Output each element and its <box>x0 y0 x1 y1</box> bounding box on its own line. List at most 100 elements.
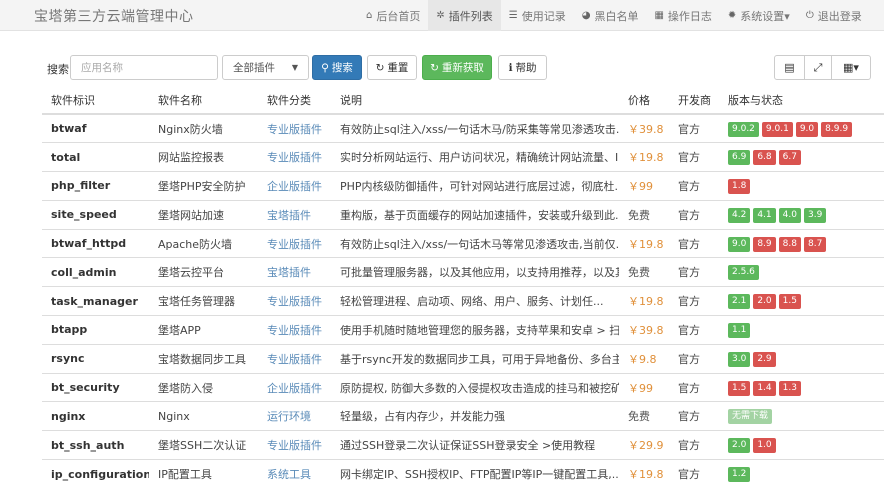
columns-button[interactable]: ▦▾ <box>831 55 871 80</box>
version-badge[interactable]: 1.8 <box>728 178 751 194</box>
plugin-versions: 无需下载 <box>719 401 884 431</box>
version-badge[interactable]: 6.7 <box>778 150 801 166</box>
column-header[interactable]: 价格 <box>619 87 669 115</box>
fullscreen-button[interactable]: ⤢ <box>804 55 832 80</box>
plugin-category[interactable]: 系统工具 <box>258 459 331 489</box>
version-badge[interactable]: 1.4 <box>753 380 776 396</box>
table-header-row: 软件标识 软件名称 软件分类 说明 价格 开发商 版本与状态 <box>42 87 884 115</box>
plugin-name: 堡塔PHP安全防护 <box>149 171 258 201</box>
plugin-price: ￥99 <box>619 171 669 201</box>
version-badge[interactable]: 6.8 <box>753 150 776 166</box>
nav-item-label: 退出登录 <box>817 9 862 23</box>
table-row: btwaf Nginx防火墙 专业版插件 有效防止sql注入/xss/一句话木马/防采… <box>42 113 884 143</box>
plugin-category[interactable]: 宝塔插件 <box>258 257 331 287</box>
plugin-vendor: 官方 <box>669 401 719 431</box>
top-navbar: 宝塔第三方云端管理中心 ⌂ 后台首页 ✲ 插件列表 ☰ 使用记录 ◕ 黑白名单 ▦ 操作日志 ✹ 系统… <box>0 0 884 31</box>
plugin-category[interactable]: 专业版插件 <box>258 113 331 143</box>
version-badge[interactable]: 9.0.1 <box>761 121 793 137</box>
plugin-vendor: 官方 <box>669 228 719 258</box>
help-button[interactable]: ℹ 帮助 <box>498 55 547 80</box>
plugin-category[interactable]: 专业版插件 <box>258 286 331 316</box>
version-badge[interactable]: 2.9 <box>753 351 776 367</box>
column-header[interactable]: 说明 <box>331 87 619 115</box>
version-badge[interactable]: 8.9.9 <box>821 121 853 137</box>
plugin-category[interactable]: 企业版插件 <box>258 372 331 402</box>
plugin-price: ￥19.8 <box>619 286 669 316</box>
plugin-category[interactable]: 运行环境 <box>258 401 331 431</box>
version-badge[interactable]: 1.0 <box>753 438 776 454</box>
plugin-category[interactable]: 专业版插件 <box>258 315 331 345</box>
version-badge[interactable]: 8.9 <box>753 236 776 252</box>
version-badge[interactable]: 无需下载 <box>728 409 773 425</box>
search-input[interactable] <box>70 55 218 80</box>
nav-item-6[interactable]: ⏻ 退出登录 <box>798 0 870 31</box>
version-badge[interactable]: 1.2 <box>728 467 751 483</box>
version-badge[interactable]: 1.3 <box>778 380 801 396</box>
version-badge[interactable]: 8.7 <box>803 236 827 252</box>
version-badge[interactable]: 2.0 <box>728 438 751 454</box>
column-header[interactable]: 软件标识 <box>42 87 149 115</box>
plugin-description: 轻松管理进程、启动项、网络、用户、服务、计划任... <box>331 286 619 316</box>
plugin-price: ￥19.8 <box>619 459 669 489</box>
plugin-price: 免费 <box>619 401 669 431</box>
search-icon: ⚲ <box>321 61 329 74</box>
plugin-description: 基于rsync开发的数据同步工具，可用于异地备份、多台主... <box>331 343 619 374</box>
plugin-category[interactable]: 企业版插件 <box>258 171 331 201</box>
refresh-icon: ↻ <box>375 61 385 74</box>
column-header[interactable]: 软件分类 <box>258 87 331 115</box>
version-badge[interactable]: 9.0 <box>795 121 819 137</box>
version-badge[interactable]: 2.5.6 <box>728 265 759 281</box>
refetch-button[interactable]: ↻ 重新获取 <box>422 55 492 80</box>
plugin-price: ￥39.8 <box>619 113 669 143</box>
refresh-icon: ↻ <box>430 61 439 74</box>
reset-button[interactable]: ↻ 重置 <box>367 55 417 80</box>
nav-item-1[interactable]: ✲ 插件列表 <box>428 0 501 31</box>
plugin-price: ￥39.8 <box>619 315 669 345</box>
nav-item-2[interactable]: ☰ 使用记录 <box>501 0 574 31</box>
nav-item-4[interactable]: ▦ 操作日志 <box>646 0 719 31</box>
column-header[interactable]: 开发商 <box>669 87 719 115</box>
version-badge[interactable]: 9.0 <box>728 236 751 252</box>
category-select[interactable]: 全部插件 ▼ <box>222 55 309 80</box>
nav-item-label: 黑白名单 <box>594 9 639 23</box>
column-header[interactable]: 软件名称 <box>149 87 258 115</box>
version-badge[interactable]: 3.9 <box>803 207 827 223</box>
plugin-category[interactable]: 宝塔插件 <box>258 199 331 230</box>
plugin-name: 堡塔APP <box>149 315 258 345</box>
plugin-versions: 4.2 4.1 4.0 3.9 <box>719 199 884 230</box>
search-button[interactable]: ⚲ 搜索 <box>312 55 362 80</box>
main-nav: ⌂ 后台首页 ✲ 插件列表 ☰ 使用记录 ◕ 黑白名单 ▦ 操作日志 ✹ 系统设置▾ ⏻ 退出登录 <box>358 0 870 31</box>
version-badge[interactable]: 1.5 <box>728 380 751 396</box>
plugin-category[interactable]: 专业版插件 <box>258 430 331 460</box>
column-header[interactable]: 版本与状态 <box>719 87 884 115</box>
version-badge[interactable]: 4.2 <box>728 207 751 223</box>
plugin-versions: 9.0 8.9 8.8 8.7 <box>719 228 884 258</box>
plugin-id: total <box>42 142 149 172</box>
list-view-button[interactable]: ▤ <box>774 55 805 80</box>
version-badge[interactable]: 4.0 <box>778 207 801 223</box>
version-badge[interactable]: 6.9 <box>728 150 751 166</box>
plugin-price: ￥29.9 <box>619 430 669 460</box>
version-badge[interactable]: 4.1 <box>753 207 776 223</box>
nav-item-3[interactable]: ◕ 黑白名单 <box>574 0 647 31</box>
nav-item-5[interactable]: ✹ 系统设置▾ <box>720 0 798 31</box>
plugin-versions: 2.1 2.0 1.5 <box>719 286 884 316</box>
version-badge[interactable]: 1.5 <box>778 294 801 310</box>
list-icon: ☰ <box>508 10 518 21</box>
plugin-category[interactable]: 专业版插件 <box>258 142 331 172</box>
plugin-name: Nginx防火墙 <box>149 113 258 143</box>
version-badge[interactable]: 2.0 <box>753 294 776 310</box>
version-badge[interactable]: 3.0 <box>728 351 751 367</box>
nav-item-0[interactable]: ⌂ 后台首页 <box>358 0 428 31</box>
calendar-icon: ▦ <box>654 10 664 21</box>
table-row: nginx Nginx 运行环境 轻量级，占有内存少，并发能力强 免费 官方 无需下载 <box>42 401 884 431</box>
plugin-versions: 2.0 1.0 <box>719 430 884 460</box>
version-badge[interactable]: 2.1 <box>728 294 751 310</box>
plugin-category[interactable]: 专业版插件 <box>258 343 331 374</box>
version-badge[interactable]: 8.8 <box>778 236 801 252</box>
version-badge[interactable]: 1.1 <box>728 322 751 338</box>
plugin-id: btwaf_httpd <box>42 228 149 258</box>
plugin-description: 使用手机随时随地管理您的服务器，支持苹果和安卓 > 扫 <box>331 315 619 345</box>
plugin-category[interactable]: 专业版插件 <box>258 228 331 258</box>
version-badge[interactable]: 9.0.2 <box>728 121 759 137</box>
